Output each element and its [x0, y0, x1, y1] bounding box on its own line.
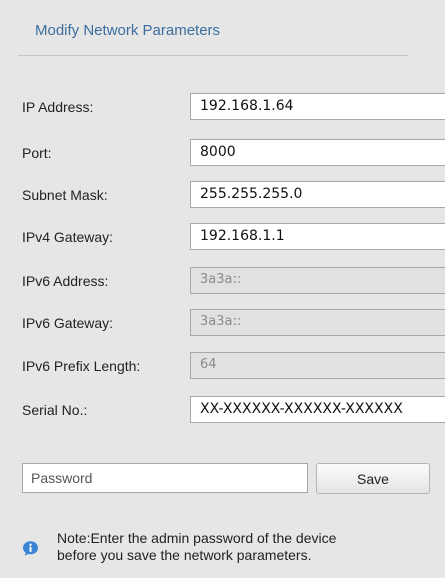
ipv6-address-row: IPv6 Address: 3a3a::: [0, 267, 445, 295]
ipv6-prefix-length-field: 64: [190, 352, 445, 379]
modify-network-panel: Modify Network Parameters IP Address: 19…: [0, 0, 445, 578]
ipv6-address-label: IPv6 Address:: [22, 273, 109, 289]
ip-address-label: IP Address:: [22, 99, 94, 115]
password-input[interactable]: [22, 463, 308, 493]
ipv6-prefix-length-row: IPv6 Prefix Length: 64: [0, 352, 445, 380]
save-button[interactable]: Save: [316, 463, 430, 494]
subnet-mask-row: Subnet Mask: 255.255.255.0: [0, 181, 445, 209]
port-field[interactable]: 8000: [190, 139, 445, 166]
ip-address-row: IP Address: 192.168.1.64: [0, 93, 445, 121]
subnet-mask-label: Subnet Mask:: [22, 187, 108, 203]
serial-no-label: Serial No.:: [22, 402, 88, 418]
ipv6-gateway-row: IPv6 Gateway: 3a3a::: [0, 309, 445, 337]
section-title: Modify Network Parameters: [35, 22, 221, 39]
port-label: Port:: [22, 145, 52, 161]
ipv6-prefix-length-label: IPv6 Prefix Length:: [22, 358, 141, 374]
ipv4-gateway-row: IPv4 Gateway: 192.168.1.1: [0, 223, 445, 251]
port-row: Port: 8000: [0, 139, 445, 167]
title-divider: [18, 55, 408, 56]
serial-no-field[interactable]: XX-XXXXXX-XXXXXX-XXXXXX: [190, 396, 445, 423]
serial-no-row: Serial No.: XX-XXXXXX-XXXXXX-XXXXXX: [0, 396, 445, 424]
info-icon: [23, 541, 38, 556]
ipv6-gateway-label: IPv6 Gateway:: [22, 315, 114, 331]
ipv6-gateway-field: 3a3a::: [190, 309, 445, 336]
note-text: Note:Enter the admin password of the dev…: [57, 530, 437, 564]
ipv4-gateway-label: IPv4 Gateway:: [22, 229, 114, 245]
note-line-2: before you save the network parameters.: [57, 547, 312, 563]
ipv4-gateway-field[interactable]: 192.168.1.1: [190, 223, 445, 250]
subnet-mask-field[interactable]: 255.255.255.0: [190, 181, 445, 208]
note-line-1: Note:Enter the admin password of the dev…: [57, 530, 337, 546]
ip-address-field[interactable]: 192.168.1.64: [190, 93, 445, 120]
ipv6-address-field: 3a3a::: [190, 267, 445, 294]
